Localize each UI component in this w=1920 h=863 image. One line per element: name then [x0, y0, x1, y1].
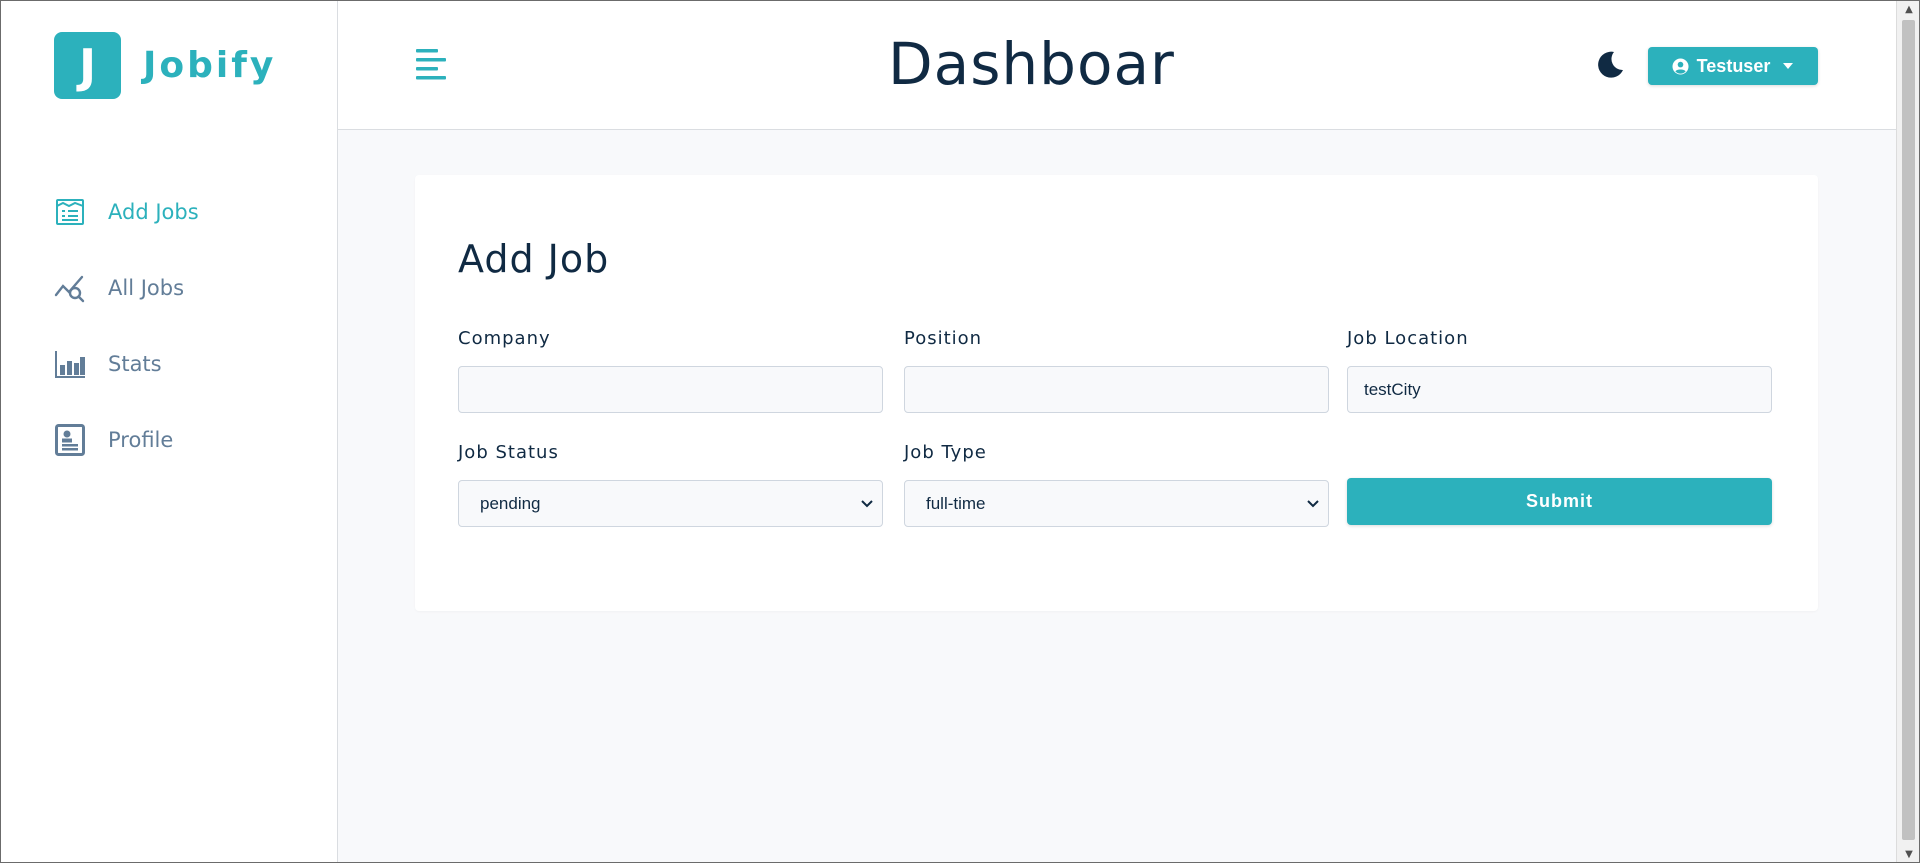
- main-content: Add Job Company Position Job Location Jo…: [338, 130, 1896, 863]
- job-location-label: Job Location: [1347, 328, 1469, 349]
- sidebar: J Jobify Add Jobs All Jobs Stats Profile: [0, 0, 338, 863]
- user-circle-icon: [1672, 58, 1689, 75]
- form-title: Add Job: [458, 237, 610, 281]
- menu-toggle-button[interactable]: [414, 46, 450, 84]
- query-stats-icon: [54, 272, 86, 304]
- job-type-value: full-time: [926, 493, 986, 513]
- chevron-down-icon: [860, 494, 874, 514]
- sidebar-item-add-jobs[interactable]: Add Jobs: [54, 194, 199, 230]
- brand-name: Jobify: [143, 45, 277, 86]
- theme-toggle-button[interactable]: [1594, 48, 1626, 80]
- sidebar-nav: Add Jobs All Jobs Stats Profile: [54, 194, 199, 498]
- submit-button[interactable]: Submit: [1347, 478, 1772, 525]
- job-type-label: Job Type: [904, 442, 987, 463]
- user-menu-button[interactable]: Testuser: [1648, 47, 1818, 85]
- bar-chart-icon: [54, 348, 86, 380]
- company-label: Company: [458, 328, 551, 349]
- position-field-group: Position: [904, 328, 1329, 413]
- moon-icon: [1594, 51, 1626, 84]
- position-input[interactable]: [904, 366, 1329, 413]
- top-navbar: Dashboar Testuser: [338, 0, 1896, 130]
- job-status-select[interactable]: pending: [458, 480, 883, 527]
- job-status-label: Job Status: [458, 442, 559, 463]
- brand[interactable]: J Jobify: [54, 32, 276, 99]
- scroll-up-arrow-icon[interactable]: ▲: [1897, 0, 1920, 18]
- form-icon: [54, 196, 86, 228]
- sidebar-item-profile[interactable]: Profile: [54, 422, 199, 458]
- vertical-scrollbar[interactable]: ▲ ▼: [1896, 0, 1920, 863]
- job-location-field-group: Job Location: [1347, 328, 1772, 413]
- sidebar-item-label: Stats: [108, 352, 162, 376]
- scrollbar-thumb[interactable]: [1902, 20, 1915, 840]
- user-name: Testuser: [1696, 55, 1771, 76]
- job-type-field-group: Job Type full-time: [904, 442, 1329, 527]
- position-label: Position: [904, 328, 983, 349]
- job-type-select[interactable]: full-time: [904, 480, 1329, 527]
- sidebar-item-label: Profile: [108, 428, 174, 452]
- scroll-down-arrow-icon[interactable]: ▼: [1897, 845, 1920, 863]
- sidebar-item-stats[interactable]: Stats: [54, 346, 199, 382]
- page-title: Dashboar: [888, 30, 1175, 98]
- chevron-down-icon: [1306, 494, 1320, 514]
- sidebar-item-label: Add Jobs: [108, 200, 199, 224]
- sidebar-item-label: All Jobs: [108, 276, 185, 300]
- menu-icon: [414, 49, 450, 88]
- company-input[interactable]: [458, 366, 883, 413]
- sidebar-item-all-jobs[interactable]: All Jobs: [54, 270, 199, 306]
- profile-icon: [54, 424, 86, 456]
- job-location-input[interactable]: [1347, 366, 1772, 413]
- job-status-field-group: Job Status pending: [458, 442, 883, 527]
- company-field-group: Company: [458, 328, 883, 413]
- logo: J: [54, 32, 121, 99]
- add-job-form: Add Job Company Position Job Location Jo…: [415, 175, 1818, 611]
- caret-down-icon: [1782, 62, 1794, 70]
- job-status-value: pending: [480, 493, 541, 513]
